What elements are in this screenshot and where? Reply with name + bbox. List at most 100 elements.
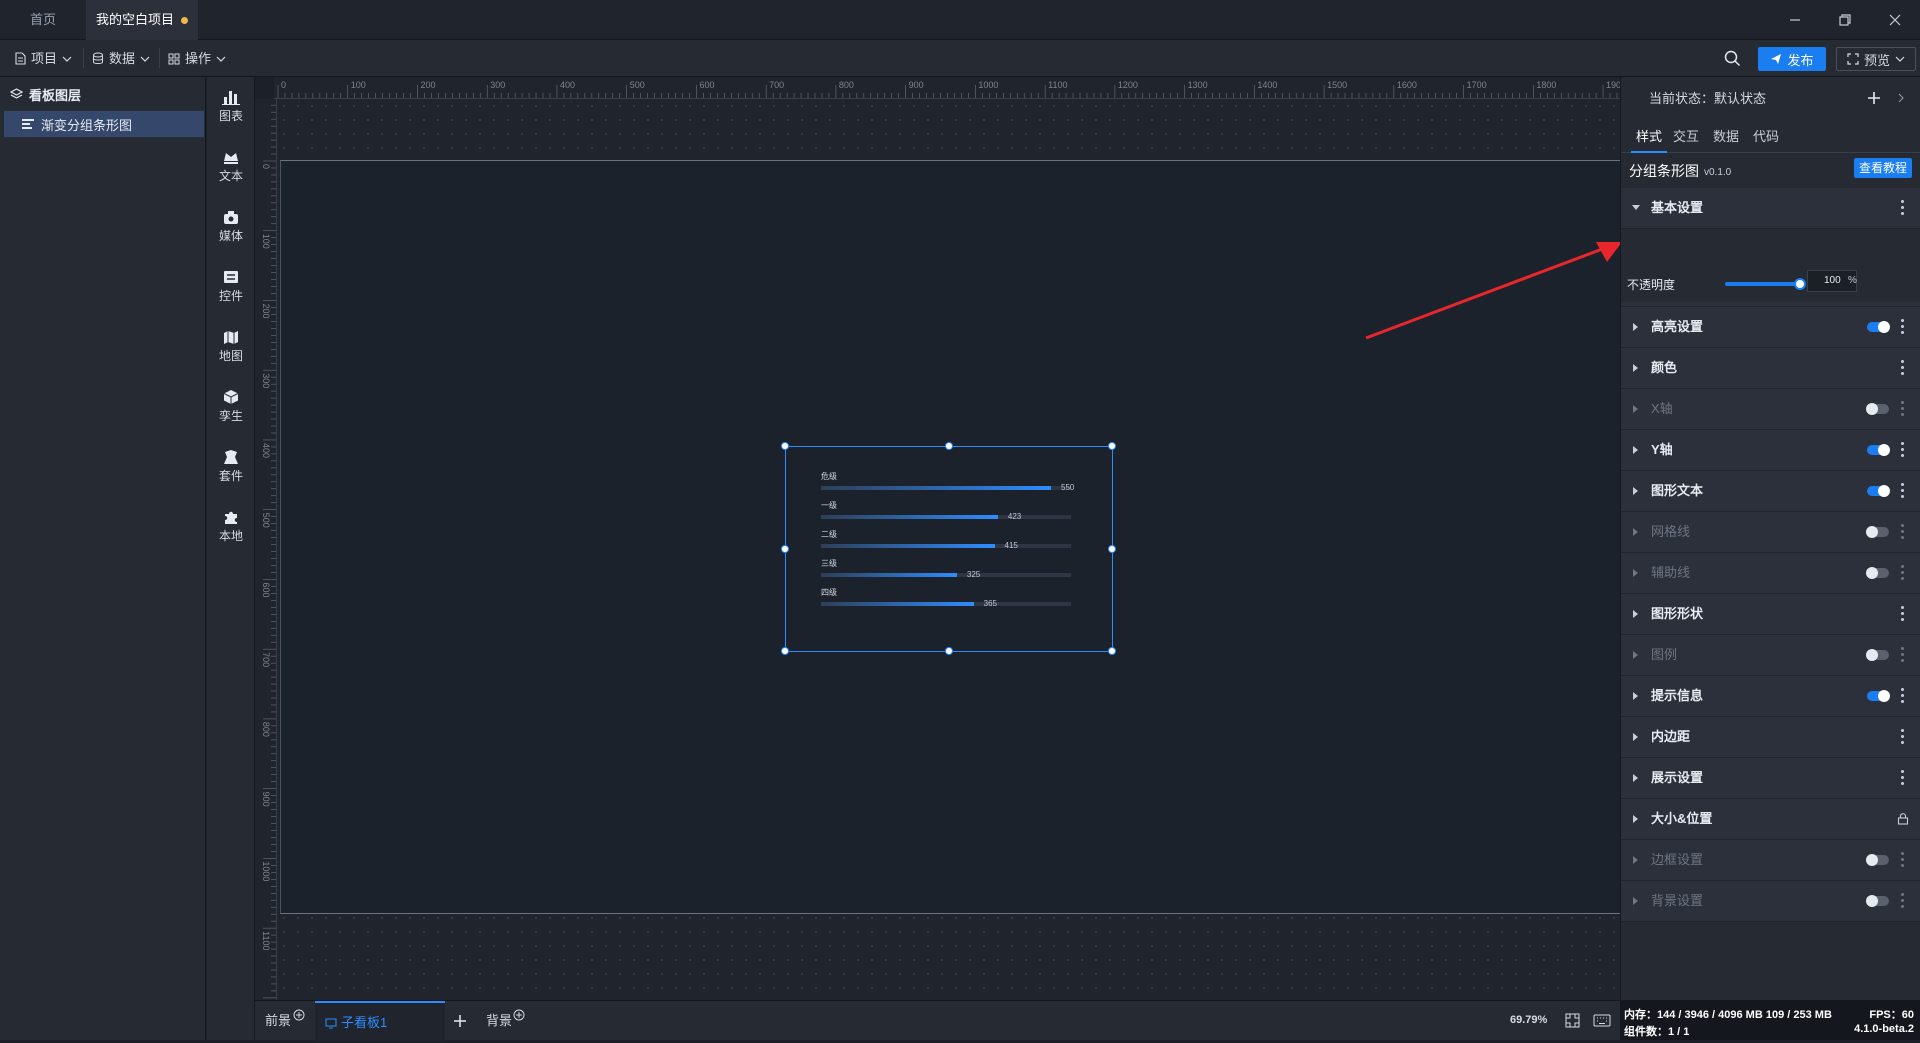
component-twin[interactable]: 孪生: [207, 389, 255, 424]
section-14[interactable]: 展示设置: [1621, 758, 1920, 799]
minimize-button[interactable]: [1770, 0, 1820, 40]
tab-interaction[interactable]: 交互: [1673, 121, 1699, 153]
background-layer-tab[interactable]: 背景: [486, 1001, 512, 1041]
tab-style[interactable]: 样式: [1631, 121, 1667, 153]
resize-handle-bottom-left[interactable]: [781, 647, 789, 655]
section-toggle[interactable]: [1866, 526, 1889, 538]
tab-sub-board[interactable]: 子看板1: [315, 1001, 445, 1041]
section-11[interactable]: 图例: [1621, 635, 1920, 676]
resize-handle-top[interactable]: [945, 442, 953, 450]
section-label: 大小&位置: [1651, 811, 1713, 826]
component-local[interactable]: 本地: [207, 509, 255, 544]
section-10[interactable]: 图形形状: [1621, 594, 1920, 635]
more-options-icon[interactable]: [1901, 524, 1905, 540]
component-text[interactable]: 文本: [207, 149, 255, 184]
opacity-slider-track[interactable]: [1725, 282, 1801, 286]
unsaved-dot-icon: [181, 17, 188, 24]
section-toggle[interactable]: [1866, 403, 1889, 415]
section-toggle[interactable]: [1866, 895, 1889, 907]
layer-item[interactable]: 渐变分组条形图: [4, 111, 204, 137]
section-6[interactable]: Y轴: [1621, 430, 1920, 471]
search-button[interactable]: [1724, 50, 1741, 67]
more-options-icon[interactable]: [1901, 852, 1905, 868]
restore-button[interactable]: [1820, 0, 1870, 40]
opacity-slider-handle[interactable]: [1794, 278, 1806, 290]
more-options-icon[interactable]: [1901, 319, 1905, 335]
section-toggle[interactable]: [1867, 444, 1890, 456]
component-kit[interactable]: 套件: [207, 449, 255, 484]
tab-project[interactable]: 我的空白项目: [86, 0, 198, 40]
section-toggle[interactable]: [1867, 485, 1890, 497]
section-5[interactable]: X轴: [1621, 389, 1920, 430]
front-layer-tab[interactable]: 前景: [265, 1001, 291, 1041]
add-front-icon[interactable]: [293, 1009, 305, 1021]
add-background-icon[interactable]: [513, 1009, 525, 1021]
control-icon: [224, 271, 238, 283]
section-toggle[interactable]: [1866, 649, 1889, 661]
section-8[interactable]: 网格线: [1621, 512, 1920, 553]
more-options-icon[interactable]: [1901, 606, 1905, 622]
more-options-icon[interactable]: [1901, 729, 1905, 745]
resize-handle-top-right[interactable]: [1108, 442, 1116, 450]
grouped-bar-chart-widget[interactable]: 危级 550 一级 423 二级 415 三级 325 四级 365: [781, 442, 1116, 655]
zoom-level[interactable]: 69.79%: [1510, 1014, 1547, 1026]
tab-code[interactable]: 代码: [1753, 121, 1779, 153]
lock-icon[interactable]: [1897, 812, 1909, 825]
section-toggle[interactable]: [1867, 321, 1890, 333]
view-tutorial-button[interactable]: 查看教程: [1854, 158, 1912, 178]
resize-handle-bottom-right[interactable]: [1108, 647, 1116, 655]
chevron-right-icon[interactable]: [1897, 93, 1905, 103]
more-options-icon[interactable]: [1901, 401, 1905, 417]
toggle-knob: [1866, 854, 1878, 866]
tab-data[interactable]: 数据: [1713, 121, 1739, 153]
more-options-icon[interactable]: [1901, 442, 1905, 458]
resize-handle-right[interactable]: [1108, 545, 1116, 553]
keyboard-icon[interactable]: [1593, 1014, 1611, 1027]
more-options-icon[interactable]: [1901, 200, 1905, 216]
section-9[interactable]: 辅助线: [1621, 553, 1920, 594]
menu-data[interactable]: 数据: [92, 40, 150, 77]
section-toggle[interactable]: [1866, 567, 1889, 579]
bar-row: 一级 423: [821, 500, 1081, 528]
add-board-icon[interactable]: [453, 1014, 467, 1028]
component-control[interactable]: 控件: [207, 269, 255, 304]
more-options-icon[interactable]: [1901, 688, 1905, 704]
section-3[interactable]: 高亮设置: [1621, 307, 1920, 348]
resize-handle-top-left[interactable]: [781, 442, 789, 450]
bar: [821, 544, 995, 548]
section-7[interactable]: 图形文本: [1621, 471, 1920, 512]
component-chart[interactable]: 图表: [207, 89, 255, 124]
publish-button[interactable]: 发布: [1758, 47, 1826, 71]
section-17[interactable]: 背景设置: [1621, 881, 1920, 922]
more-options-icon[interactable]: [1901, 360, 1905, 376]
resize-handle-left[interactable]: [781, 545, 789, 553]
component-media[interactable]: 媒体: [207, 209, 255, 244]
section-1[interactable]: 基本设置: [1621, 188, 1920, 229]
preview-button[interactable]: 预览: [1836, 47, 1916, 71]
section-15[interactable]: 大小&位置: [1621, 799, 1920, 840]
close-window-button[interactable]: [1870, 0, 1920, 40]
section-4[interactable]: 颜色: [1621, 348, 1920, 389]
ruler-tick-label: 0: [281, 80, 286, 90]
section-13[interactable]: 内边距: [1621, 717, 1920, 758]
kit-icon: [224, 450, 238, 464]
opacity-input[interactable]: 100 %: [1807, 270, 1857, 292]
resize-handle-bottom[interactable]: [945, 647, 953, 655]
more-options-icon[interactable]: [1901, 893, 1905, 909]
tab-home[interactable]: 首页: [0, 0, 86, 40]
menu-project[interactable]: 项目: [14, 40, 72, 77]
section-12[interactable]: 提示信息: [1621, 676, 1920, 717]
section-16[interactable]: 边框设置: [1621, 840, 1920, 881]
fit-screen-icon[interactable]: [1565, 1013, 1580, 1028]
horizontal-ruler: 0 100 200 300 400 500 600 700 800 900 1000 1100 1200…: [274, 77, 1620, 99]
section-toggle[interactable]: [1866, 854, 1889, 866]
more-options-icon[interactable]: [1901, 770, 1905, 786]
section-toggle[interactable]: [1867, 690, 1890, 702]
more-options-icon[interactable]: [1901, 483, 1905, 499]
add-state-icon[interactable]: [1867, 91, 1881, 105]
component-map[interactable]: 地图: [207, 329, 255, 364]
state-value[interactable]: 默认状态: [1714, 88, 1766, 107]
menu-operate[interactable]: 操作: [168, 40, 226, 77]
more-options-icon[interactable]: [1901, 647, 1905, 663]
more-options-icon[interactable]: [1901, 565, 1905, 581]
